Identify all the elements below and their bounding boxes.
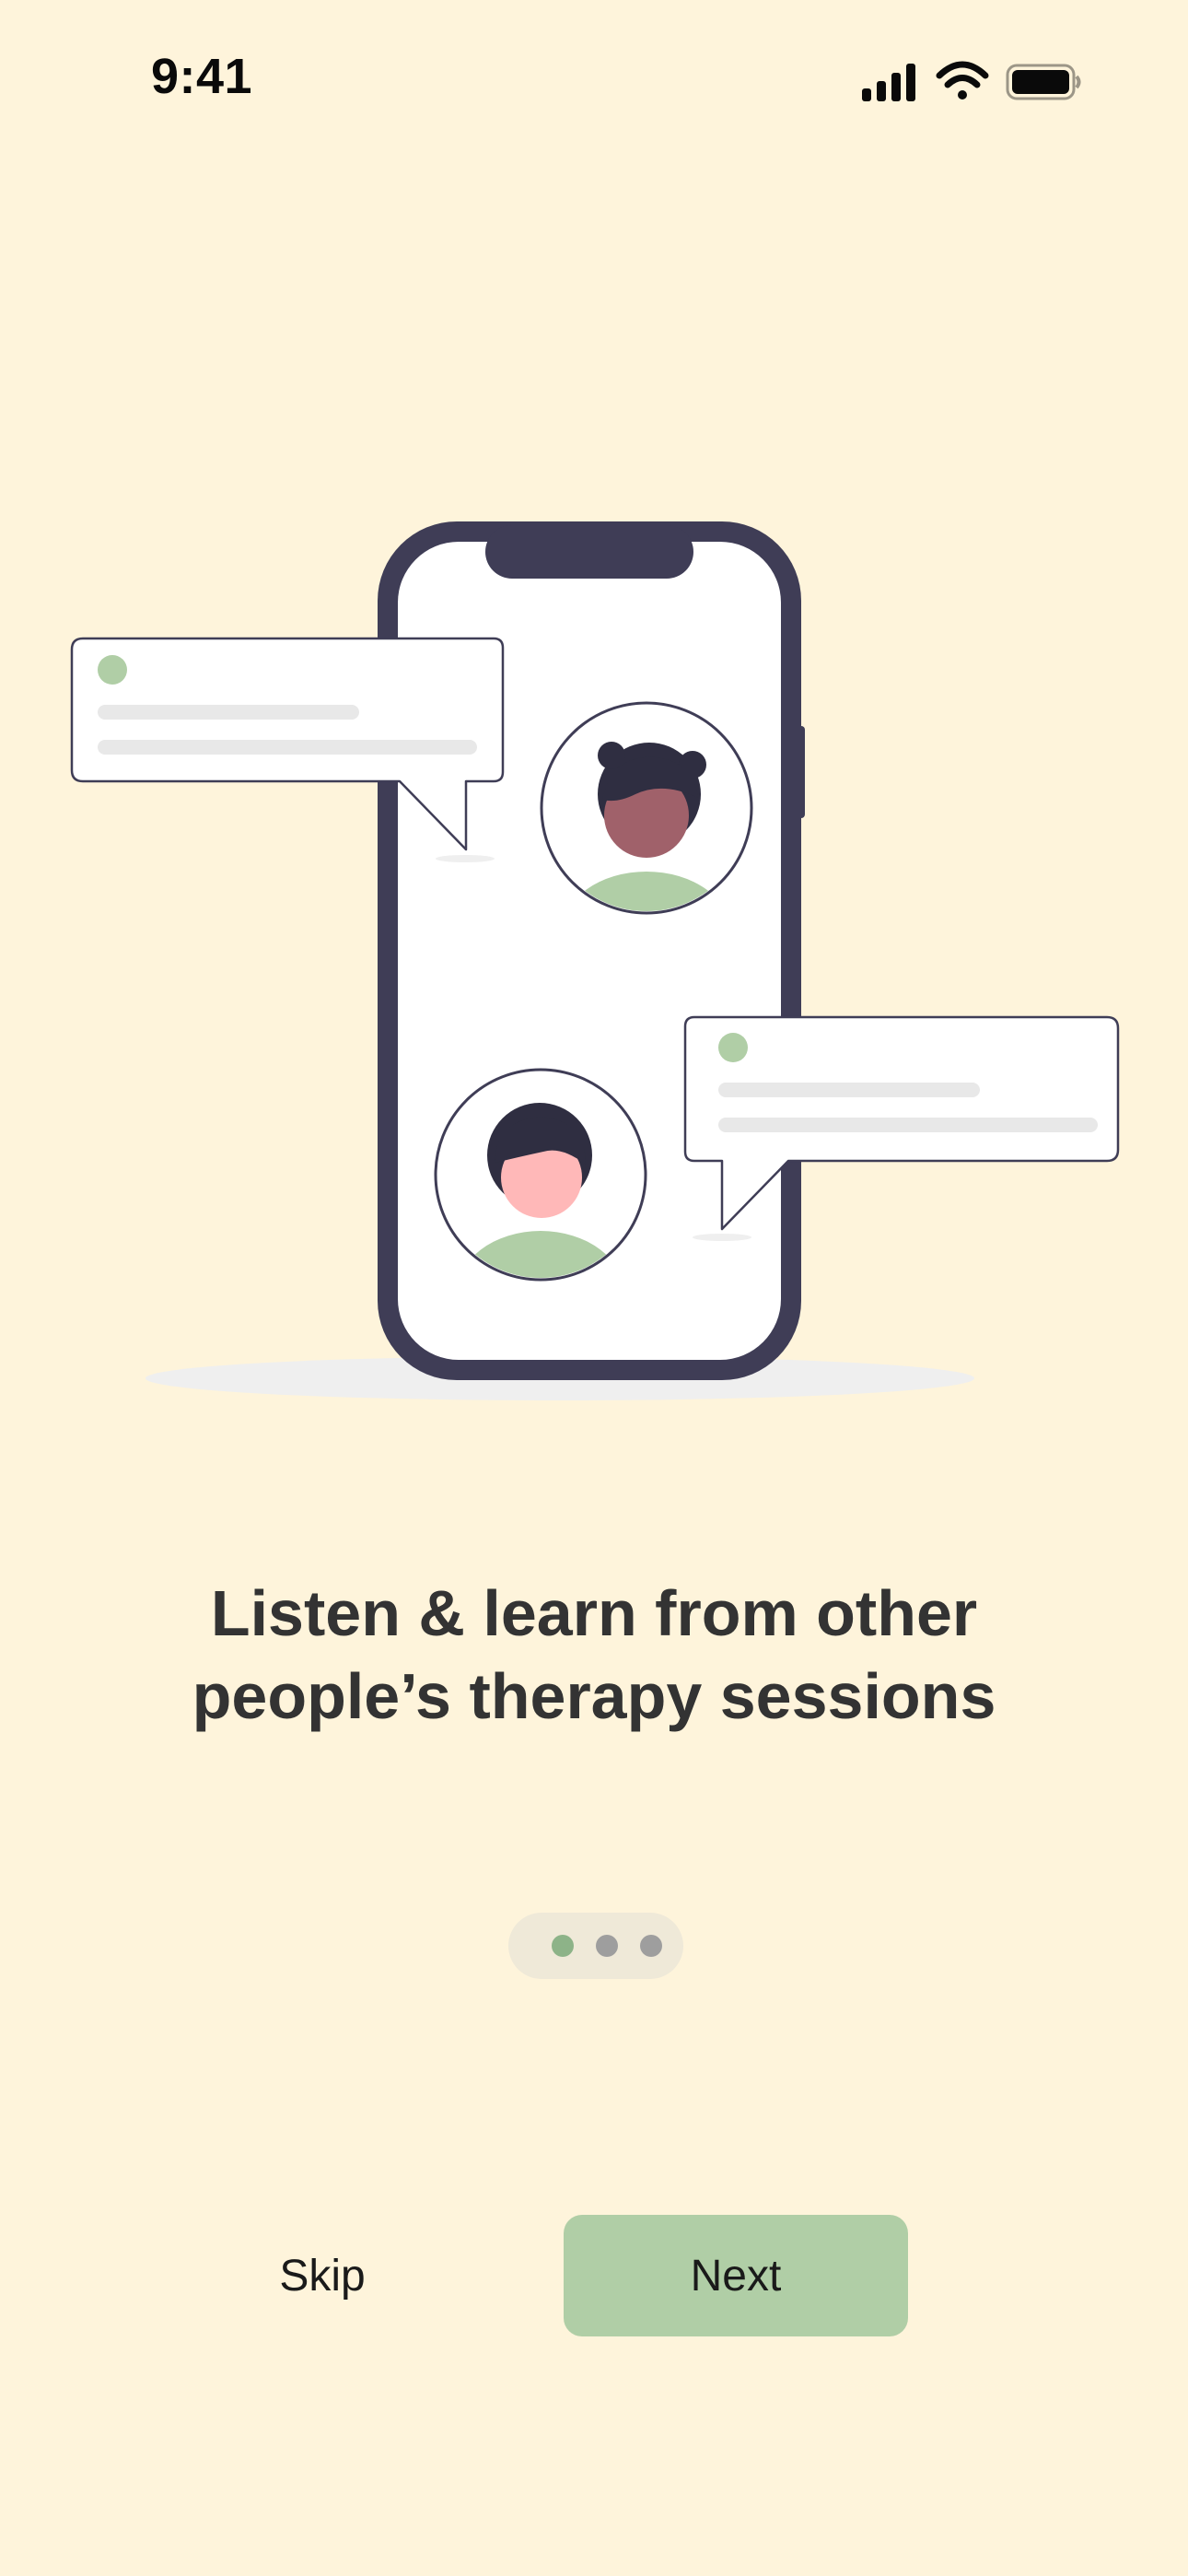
- page-dot[interactable]: [552, 1935, 574, 1957]
- battery-icon: [1006, 64, 1081, 100]
- status-icons: [862, 61, 1081, 101]
- bubble-line: [718, 1083, 980, 1097]
- next-button[interactable]: Next: [564, 2215, 908, 2336]
- status-bar: 9:41: [0, 0, 1188, 166]
- bubble-line: [98, 705, 359, 720]
- phone-chat-illustration: [70, 521, 1120, 1400]
- bubble-line: [98, 740, 477, 755]
- status-time: 9:41: [151, 49, 253, 104]
- bubble-line: [718, 1118, 1098, 1132]
- bubble-dot: [98, 655, 127, 685]
- onboarding-headline: Listen & learn from other people’s thera…: [0, 1572, 1188, 1738]
- wifi-icon: [936, 61, 989, 100]
- page-dot[interactable]: [640, 1935, 662, 1957]
- cellular-signal-icon: [862, 64, 915, 101]
- headline-line-1: Listen & learn from other: [210, 1577, 978, 1649]
- bubble-dot: [718, 1033, 748, 1062]
- phone-notch: [485, 525, 693, 579]
- page-dot[interactable]: [596, 1935, 618, 1957]
- skip-button[interactable]: Skip: [230, 2215, 414, 2336]
- page-indicator: [508, 1913, 683, 1979]
- headline-line-2: people’s therapy sessions: [192, 1660, 996, 1732]
